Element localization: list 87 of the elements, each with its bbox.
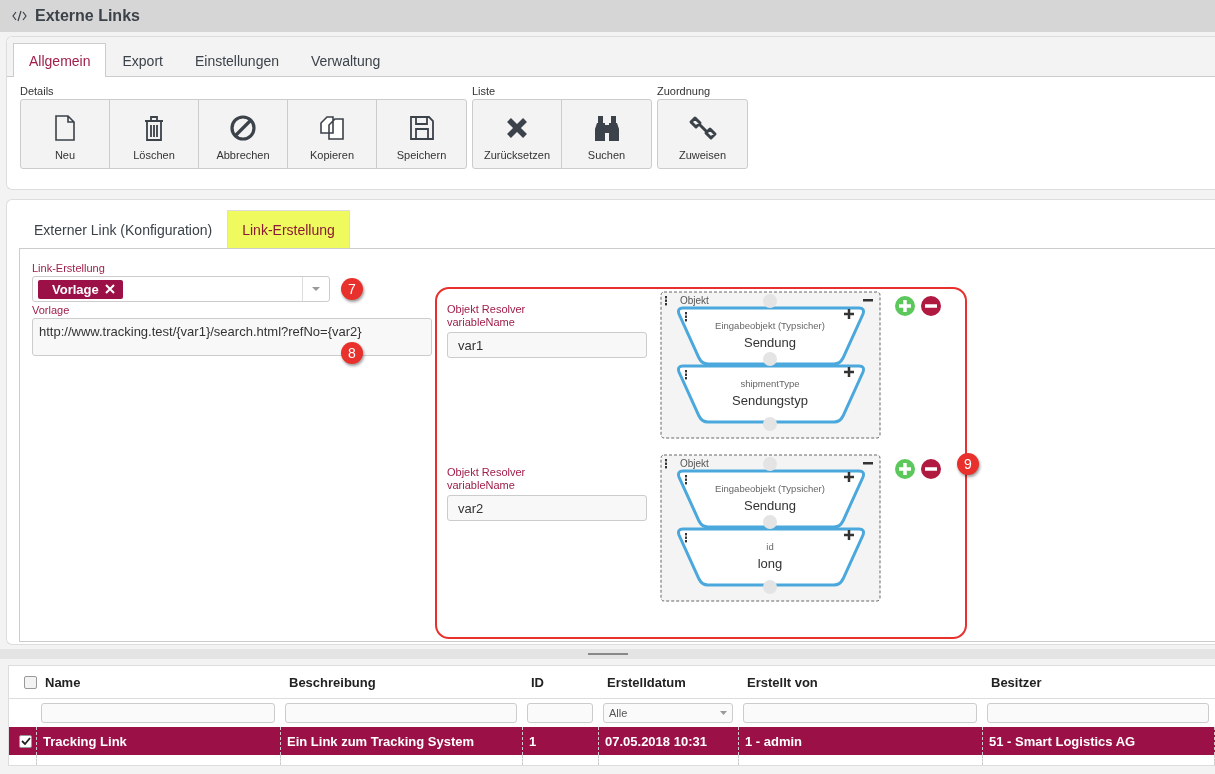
filter-field[interactable] — [41, 703, 275, 723]
block-title: Sendung — [743, 498, 797, 513]
cancel-icon — [228, 112, 258, 143]
column-header[interactable]: Name — [37, 666, 281, 698]
plus-icon[interactable] — [842, 528, 856, 542]
filter-field[interactable] — [987, 703, 1209, 723]
group-label: Liste — [472, 85, 497, 97]
field-label: Link-Erstellung — [32, 262, 106, 276]
group-label: Objekt — [680, 295, 709, 306]
toolbar-button[interactable]: Speichern — [377, 100, 466, 168]
field-label: Objekt Resolver variableName — [447, 466, 527, 492]
filter-select[interactable]: Alle — [603, 703, 733, 723]
check-icon — [20, 737, 31, 745]
column-header[interactable]: Beschreibung — [281, 666, 523, 698]
minus-icon[interactable] — [863, 462, 873, 465]
tab[interactable]: Verwaltung — [295, 43, 397, 77]
connector-slot-icon — [763, 417, 777, 431]
code-icon — [12, 9, 27, 23]
group-label: Zuordnung — [657, 85, 712, 97]
block-title: long — [757, 556, 783, 571]
filter-field[interactable] — [527, 703, 593, 723]
field-label: Objekt Resolver variableName — [447, 303, 527, 329]
input-field[interactable]: var2 — [447, 495, 647, 521]
table-cell: 51 - Smart Logistics AG — [983, 727, 1215, 755]
drag-handle-icon[interactable] — [685, 475, 687, 485]
block-caption: shipmentType — [740, 378, 800, 389]
drag-handle-icon[interactable] — [665, 459, 667, 469]
connector-slot-icon — [763, 294, 777, 308]
toolbar-button[interactable]: Zurücksetzen — [473, 100, 562, 168]
checkbox[interactable] — [19, 734, 32, 748]
tab[interactable]: Externer Link (Konfiguration) — [19, 210, 228, 248]
caret-icon — [720, 711, 727, 715]
table-cell: Ein Link zum Tracking System — [281, 727, 523, 755]
drag-handle-icon[interactable] — [665, 296, 667, 306]
drag-handle-icon[interactable] — [685, 533, 687, 543]
connector-slot-icon — [763, 515, 777, 529]
filter-field[interactable] — [743, 703, 977, 723]
caret-icon — [312, 287, 320, 291]
drag-handle-icon[interactable] — [685, 370, 687, 380]
table-row[interactable]: Tracking Link Ein Link zum Tracking System 1 07.05.2018 10:31 1 - admin 51 - Smart Logistics AG — [9, 727, 1215, 755]
table-cell: 1 — [523, 727, 599, 755]
toolbar-button[interactable]: Abbrechen — [199, 100, 288, 168]
toolbar-button[interactable]: Neu — [21, 100, 110, 168]
block-caption: Eingabeobjekt (Typsicher) — [715, 320, 825, 331]
tab[interactable]: Einstellungen — [178, 43, 295, 77]
annotation-marker: 8 — [341, 342, 363, 364]
close-icon — [104, 284, 115, 294]
plus-icon[interactable] — [842, 307, 856, 321]
tab[interactable]: Export — [106, 43, 179, 77]
toolbar-button[interactable]: Zuweisen — [658, 100, 747, 168]
column-header[interactable]: Erstellt von — [739, 666, 983, 698]
minus-icon[interactable] — [863, 299, 873, 302]
block-caption: Eingabeobjekt (Typsicher) — [715, 483, 825, 494]
connector-slot-icon — [763, 580, 777, 594]
column-header[interactable]: ID — [523, 666, 599, 698]
window-title: Externe Links — [35, 7, 140, 25]
filter-field[interactable] — [285, 703, 517, 723]
drag-handle-icon[interactable] — [685, 312, 687, 322]
input-field[interactable]: var1 — [447, 332, 647, 358]
group-label: Details — [20, 85, 55, 97]
group-label: Objekt — [680, 458, 709, 469]
block-title: Sendungstyp — [732, 393, 808, 408]
remove-icon[interactable] — [921, 459, 941, 479]
checkbox[interactable] — [23, 675, 37, 689]
toolbar-button[interactable]: Kopieren — [288, 100, 377, 168]
connector-slot-icon — [763, 352, 777, 366]
table-cell: 1 - admin — [739, 727, 983, 755]
toolbar-button[interactable]: Löschen — [110, 100, 199, 168]
splitter-handle[interactable] — [587, 653, 628, 655]
tab[interactable]: Allgemein — [13, 43, 107, 77]
table-cell: Tracking Link — [37, 727, 281, 755]
connector-slot-icon — [763, 457, 777, 471]
field-label: Vorlage — [32, 304, 71, 318]
block-caption: id — [766, 541, 774, 552]
annotation-marker: 7 — [341, 278, 363, 300]
toolbar-button[interactable]: Suchen — [562, 100, 651, 168]
column-header[interactable]: Besitzer — [983, 666, 1215, 698]
table-cell: 07.05.2018 10:31 — [599, 727, 739, 755]
block-title: Sendung — [743, 335, 797, 350]
multi-select-field[interactable]: Vorlage — [32, 276, 330, 302]
column-header[interactable]: Erstelldatum — [599, 666, 739, 698]
plus-icon[interactable] — [842, 365, 856, 379]
tag-chip[interactable]: Vorlage — [38, 279, 123, 299]
annotation-marker: 9 — [957, 453, 979, 475]
tab[interactable]: Link-Erstellung — [227, 210, 350, 248]
plus-icon[interactable] — [842, 470, 856, 484]
remove-icon[interactable] — [921, 296, 941, 316]
